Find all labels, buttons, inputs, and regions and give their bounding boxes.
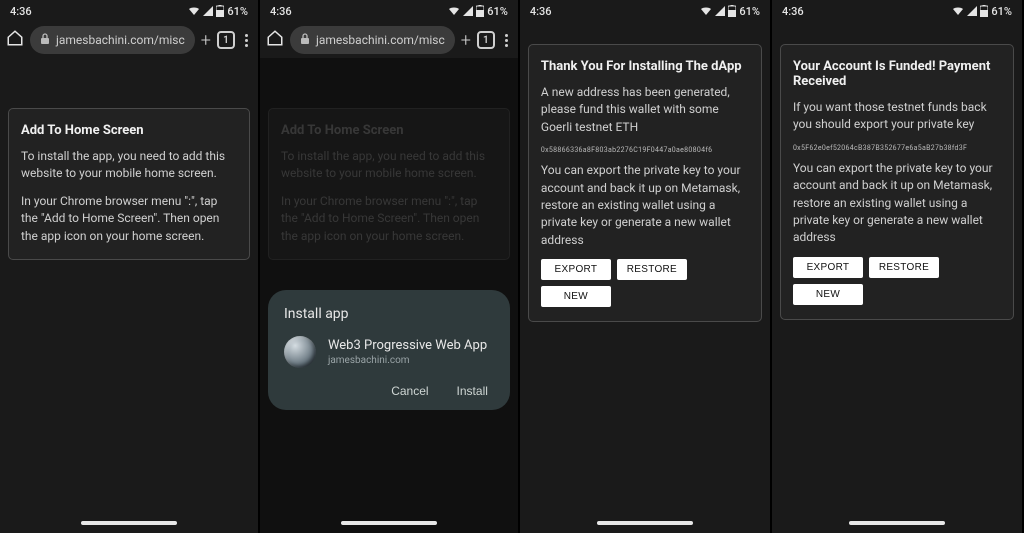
status-battery: 61% <box>991 5 1012 18</box>
card-text-2: In your Chrome browser menu ":", tap the… <box>21 193 237 245</box>
export-button[interactable]: EXPORT <box>541 259 611 280</box>
page-content: Add To Home Screen To install the app, y… <box>260 58 518 533</box>
new-button[interactable]: NEW <box>541 286 611 307</box>
install-actions: Cancel Install <box>284 384 494 398</box>
button-row: EXPORT RESTORE NEW <box>541 259 749 307</box>
status-time: 4:36 <box>782 5 804 18</box>
status-bar: 4:36 61% <box>772 0 1022 22</box>
card-text-2: You can export the private key to your a… <box>541 162 749 249</box>
card-text-1: To install the app, you need to add this… <box>21 148 237 183</box>
tab-count[interactable]: 1 <box>217 31 235 49</box>
install-app-sheet: Install app Web3 Progressive Web App jam… <box>268 290 510 410</box>
dapp-card: Thank You For Installing The dApp A new … <box>528 44 762 322</box>
wifi-icon <box>700 6 712 16</box>
page-content: Your Account Is Funded! Payment Received… <box>772 22 1022 533</box>
restore-button[interactable]: RESTORE <box>617 259 687 280</box>
screen-2: 4:36 61% jamesbachini.com/misc + 1 Add T… <box>260 0 520 533</box>
status-time: 4:36 <box>530 5 552 18</box>
android-nav-pill[interactable] <box>597 521 693 525</box>
wifi-icon <box>188 6 200 16</box>
status-time: 4:36 <box>270 5 292 18</box>
app-name: Web3 Progressive Web App <box>328 338 487 353</box>
lock-icon <box>300 33 310 48</box>
status-battery: 61% <box>739 5 760 18</box>
wallet-address: 0x5F62e0ef52064cB387B352677e6a5aB27b38fd… <box>793 144 1001 152</box>
android-nav-pill[interactable] <box>341 521 437 525</box>
battery-icon <box>980 5 988 17</box>
signal-icon <box>715 6 725 16</box>
status-right: 61% <box>188 5 248 18</box>
status-battery: 61% <box>487 5 508 18</box>
menu-icon[interactable] <box>241 34 252 47</box>
status-bar: 4:36 61% <box>0 0 258 22</box>
install-button[interactable]: Install <box>457 384 488 398</box>
export-button[interactable]: EXPORT <box>793 257 863 278</box>
install-info: Web3 Progressive Web App jamesbachini.co… <box>328 338 487 366</box>
url-text: jamesbachini.com/misc <box>316 33 445 47</box>
card-text-2: You can export the private key to your a… <box>793 160 1001 247</box>
card-title: Your Account Is Funded! Payment Received <box>793 59 1001 89</box>
status-bar: 4:36 61% <box>260 0 518 22</box>
status-time: 4:36 <box>10 5 32 18</box>
screen-1: 4:36 61% jamesbachini.com/misc + 1 Add T… <box>0 0 260 533</box>
status-right: 61% <box>952 5 1012 18</box>
signal-icon <box>967 6 977 16</box>
chrome-nav-bar: jamesbachini.com/misc + 1 <box>0 22 258 58</box>
page-content: Add To Home Screen To install the app, y… <box>0 58 258 533</box>
status-right: 61% <box>448 5 508 18</box>
wifi-icon <box>448 6 460 16</box>
url-text: jamesbachini.com/misc <box>56 33 185 47</box>
screen-3: 4:36 61% Thank You For Installing The dA… <box>520 0 772 533</box>
status-battery: 61% <box>227 5 248 18</box>
install-app-row: Web3 Progressive Web App jamesbachini.co… <box>284 336 494 368</box>
new-tab-icon[interactable]: + <box>201 30 211 51</box>
status-bar: 4:36 61% <box>520 0 770 22</box>
battery-icon <box>728 5 736 17</box>
menu-icon[interactable] <box>501 34 512 47</box>
install-title: Install app <box>284 306 494 322</box>
url-bar[interactable]: jamesbachini.com/misc <box>290 26 455 54</box>
app-domain: jamesbachini.com <box>328 355 487 366</box>
home-icon[interactable] <box>266 29 284 51</box>
wifi-icon <box>952 6 964 16</box>
status-right: 61% <box>700 5 760 18</box>
lock-icon <box>40 33 50 48</box>
home-icon[interactable] <box>6 29 24 51</box>
page-content: Thank You For Installing The dApp A new … <box>520 22 770 533</box>
app-icon <box>284 336 316 368</box>
url-bar[interactable]: jamesbachini.com/misc <box>30 26 195 54</box>
android-nav-pill[interactable] <box>81 521 177 525</box>
cancel-button[interactable]: Cancel <box>391 384 428 398</box>
tab-count[interactable]: 1 <box>477 31 495 49</box>
wallet-address: 0x58866336a8F803ab2276C19F0447a0ae80804f… <box>541 146 749 154</box>
android-nav-pill[interactable] <box>849 521 945 525</box>
screen-4: 4:36 61% Your Account Is Funded! Payment… <box>772 0 1024 533</box>
card-text-1: A new address has been generated, please… <box>541 84 749 136</box>
signal-icon <box>463 6 473 16</box>
new-button[interactable]: NEW <box>793 284 863 305</box>
funded-card: Your Account Is Funded! Payment Received… <box>780 44 1014 320</box>
button-row: EXPORT RESTORE NEW <box>793 257 1001 305</box>
battery-icon <box>216 5 224 17</box>
card-title: Add To Home Screen <box>21 123 237 138</box>
info-card: Add To Home Screen To install the app, y… <box>8 108 250 260</box>
battery-icon <box>476 5 484 17</box>
chrome-nav-bar: jamesbachini.com/misc + 1 <box>260 22 518 58</box>
new-tab-icon[interactable]: + <box>461 30 471 51</box>
card-text-1: If you want those testnet funds back you… <box>793 99 1001 134</box>
restore-button[interactable]: RESTORE <box>869 257 939 278</box>
card-title: Thank You For Installing The dApp <box>541 59 749 74</box>
signal-icon <box>203 6 213 16</box>
